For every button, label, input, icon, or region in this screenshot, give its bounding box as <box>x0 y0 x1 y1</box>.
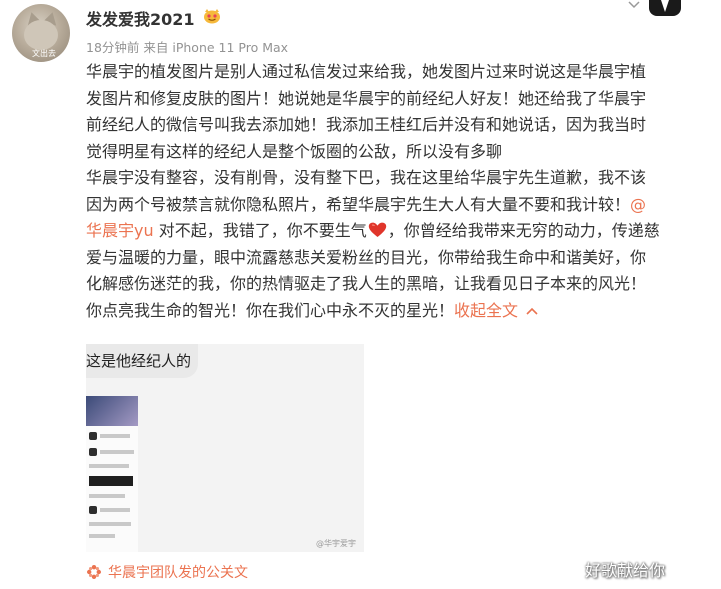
pr-article-link-label: 华晨宇团队发的公关文 <box>108 565 248 581</box>
screenshot-avatar <box>89 506 97 514</box>
flower-link-icon <box>87 565 101 579</box>
post-line: 觉得明星有这样的经纪人是整个饭圈的公敌，所以没有多聊 <box>86 141 503 161</box>
screenshot-text-line <box>100 508 130 512</box>
screenshot-header-image <box>86 396 138 426</box>
screenshot-text-line <box>100 450 134 454</box>
chevron-up-icon[interactable] <box>526 307 538 315</box>
post-line: 前经纪人的微信号叫我去添加她！我添加王桂红后并没有和她说话，因为我当时 <box>86 115 647 134</box>
post-body: 华晨宇的植发图片是别人通过私信发过来给我，她发图片过来时说这是华晨宇植 发图片和… <box>86 59 716 324</box>
image-inner-watermark: @华宇爱宇 <box>316 539 356 548</box>
post-line-text: 你点亮我生命的智光！你在我们心中永不灭的星光！ <box>86 300 455 320</box>
mention-at[interactable]: @ <box>630 195 646 214</box>
screenshot-text-line <box>89 464 129 468</box>
avatar[interactable]: 文出去 <box>12 4 70 62</box>
post-image[interactable]: 这是他经纪人的 @华宇爱宇 <box>86 344 364 552</box>
pr-article-link[interactable]: 华晨宇团队发的公关文 <box>86 562 248 582</box>
post-line-text: ，你曾经给我带来无穷的动力，传递慈 <box>387 221 660 240</box>
avatar-watermark: 文出去 <box>32 49 56 58</box>
post-line-text: 因为两个号被禁言就你隐私照片，希望华晨宇先生大人有大量不要和我计较！ <box>86 194 631 214</box>
post-line: 华晨宇没有整容，没有削骨，没有整下巴，我在这里给华晨宇先生道歉，我不该 <box>86 168 647 187</box>
post-line: 你点亮我生命的智光！你在我们心中永不灭的星光！收起全文 <box>86 298 716 325</box>
post-line-text: 对不起，我错了，你不要生气 <box>153 221 367 240</box>
screenshot-text-line <box>89 534 115 538</box>
post-meta: 18分钟前 来自 iPhone 11 Pro Max <box>86 37 288 56</box>
chevron-down-icon[interactable] <box>628 0 640 10</box>
mention-link[interactable]: 华晨宇yu <box>86 221 154 240</box>
username[interactable]: 发发爱我2021 <box>86 6 195 30</box>
chat-bubble-text: 这是他经纪人的 <box>86 352 192 370</box>
screenshot-text-line <box>89 522 131 526</box>
screenshot-body <box>86 426 138 552</box>
post-line: 爱与温暖的力量，眼中流露慈悲关爱粉丝的目光，你带给我生命中和谐美好，你 <box>86 247 647 267</box>
screenshot-dark-block <box>89 476 133 486</box>
red-heart-icon <box>368 222 386 237</box>
page-watermark: 好歌献给你 <box>585 561 666 580</box>
post-line: 发图片和修复皮肤的图片！她说她是华晨宇的前经纪人好友！她还给我了华晨宇 <box>86 88 647 108</box>
screenshot-text-line <box>100 434 130 438</box>
screenshot-avatar <box>89 432 97 440</box>
post-line: 华晨宇yu 对不起，我错了，你不要生气 ，你曾经给我带来无穷的动力，传递慈 <box>86 218 716 245</box>
post-source: 来自 iPhone 11 Pro Max <box>143 40 289 55</box>
post-line: 化解感伤迷茫的我，你的热情驱走了我人生的黑暗，让我看见日子本来的风光！ <box>86 274 647 293</box>
screenshot-text-line <box>89 494 125 498</box>
post-line: 因为两个号被禁言就你隐私照片，希望华晨宇先生大人有大量不要和我计较！@ <box>86 192 716 219</box>
collapse-text-button[interactable]: 收起全文 <box>454 301 518 320</box>
post-line: 华晨宇的植发图片是别人通过私信发过来给我，她发图片过来时说这是华晨宇植 <box>86 62 647 81</box>
screenshot-avatar <box>89 448 97 456</box>
avatar-cat-face <box>24 20 58 50</box>
member-badge-icon[interactable] <box>202 8 222 24</box>
post-time[interactable]: 18分钟前 <box>86 40 139 55</box>
profile-thumbnail[interactable] <box>645 0 685 16</box>
